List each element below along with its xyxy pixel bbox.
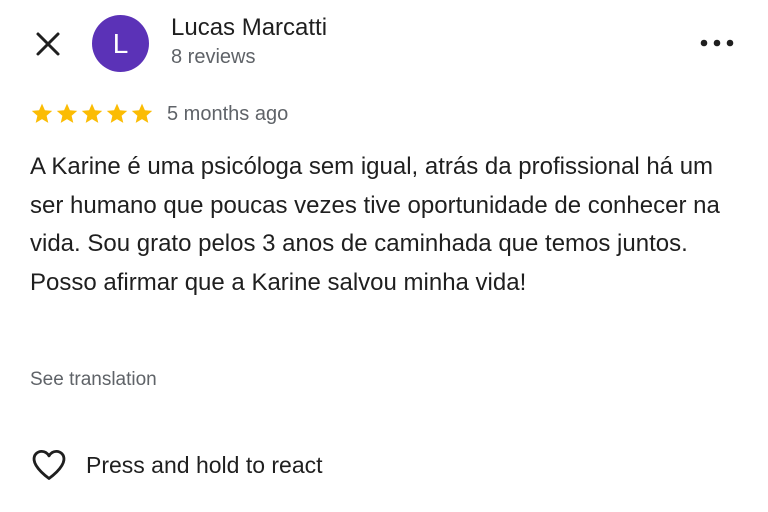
react-label: Press and hold to react — [86, 451, 323, 478]
review-count[interactable]: 8 reviews — [171, 46, 255, 69]
avatar[interactable]: L — [92, 15, 149, 72]
star-icon — [81, 103, 103, 123]
star-icon — [131, 103, 153, 123]
reviewer-name[interactable]: Lucas Marcatti — [171, 14, 327, 42]
star-icon — [106, 103, 128, 123]
star-rating — [30, 102, 154, 126]
review-date: 5 months ago — [167, 103, 289, 125]
star-icon — [56, 103, 78, 123]
react-button[interactable]: Press and hold to react — [30, 446, 323, 484]
heart-outline-icon — [32, 449, 66, 480]
avatar-initial: L — [112, 27, 129, 59]
more-horizontal-icon — [700, 39, 734, 47]
close-button[interactable] — [30, 26, 66, 62]
star-icon — [31, 103, 53, 123]
see-translation-link[interactable]: See translation — [30, 369, 157, 391]
close-icon — [36, 32, 60, 56]
review-text: A Karine é uma psicóloga sem igual, atrá… — [30, 153, 720, 296]
more-options-button[interactable] — [695, 28, 739, 58]
